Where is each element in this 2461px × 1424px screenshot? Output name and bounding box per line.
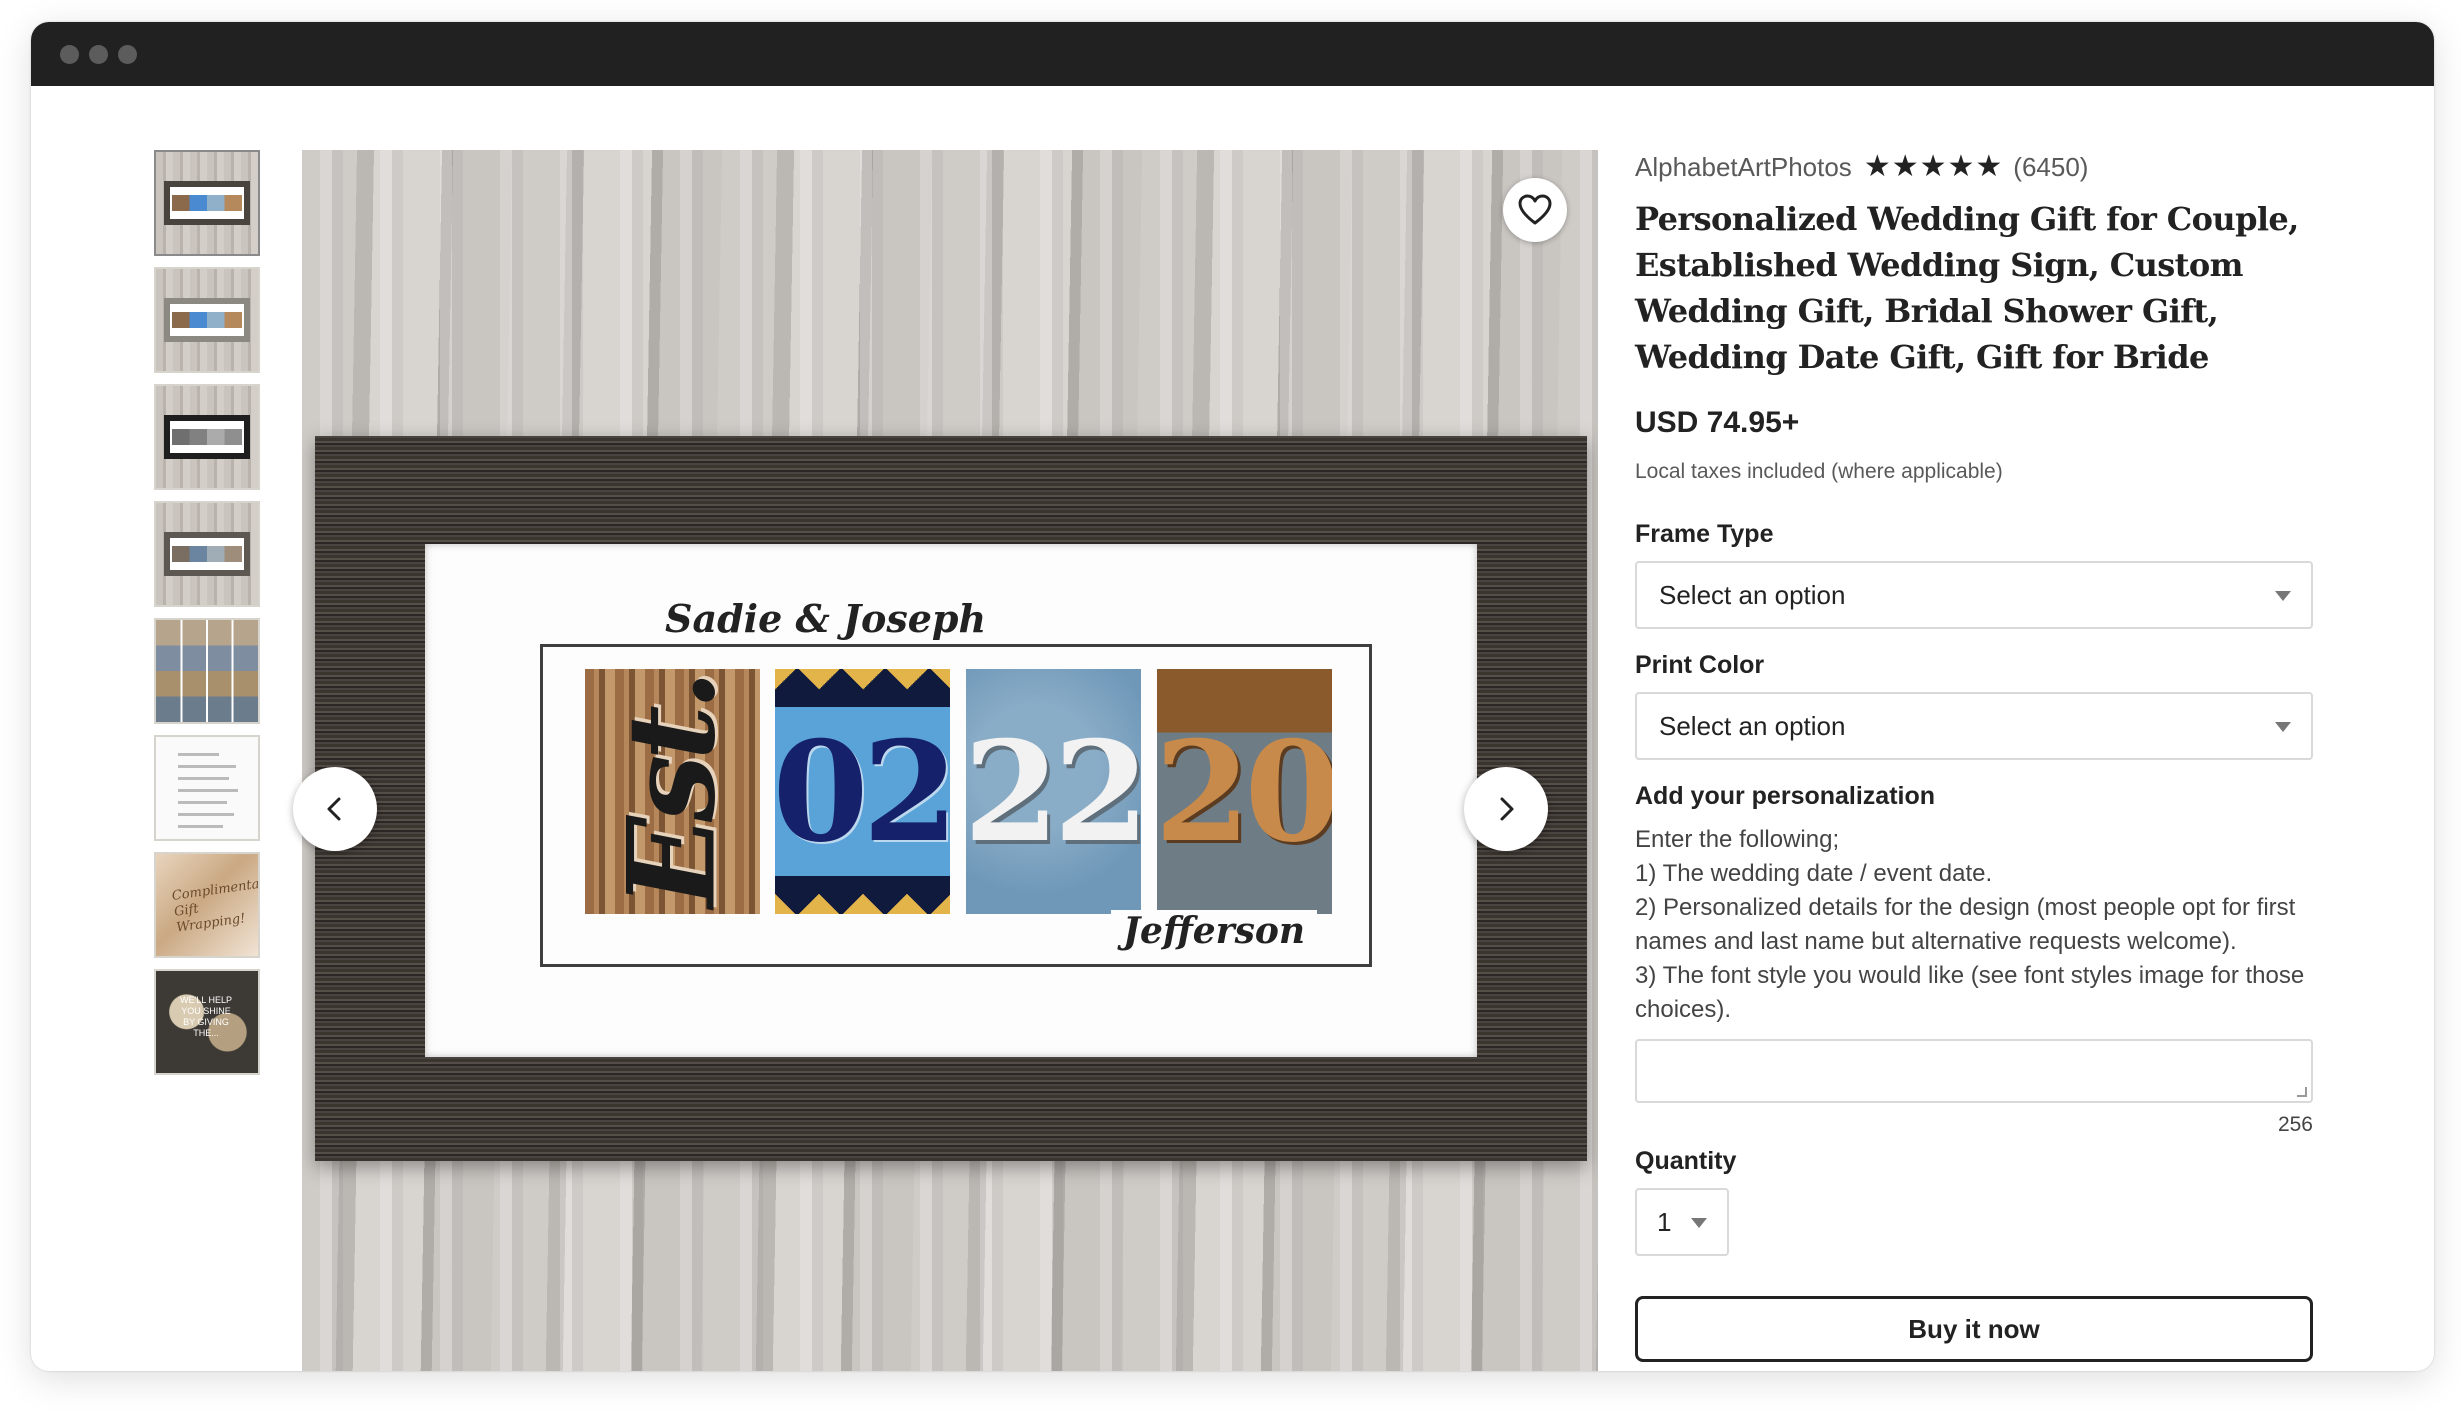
title-bar <box>31 22 2434 86</box>
minimize-window-dot[interactable] <box>89 45 108 64</box>
print-color-label: Print Color <box>1635 651 1765 679</box>
thumbnail-7[interactable]: Complimentary Gift Wrapping! <box>154 852 260 958</box>
character-counter: 256 <box>2277 1113 2313 1136</box>
thumbnail-3[interactable] <box>154 384 260 490</box>
chevron-left-icon <box>327 797 341 821</box>
thumbnail-strip: Complimentary Gift Wrapping! WE'LL HELP … <box>154 150 262 1086</box>
personalization-instructions: Enter the following; 1) The wedding date… <box>1635 823 2320 1027</box>
main-product-image[interactable]: Sadie & Joseph Est. 02 22 20 Jefferson <box>302 150 1598 1371</box>
thumbnail-2[interactable] <box>154 267 260 373</box>
print-mat: Sadie & Joseph Est. 02 22 20 Jefferson <box>425 544 1477 1057</box>
chevron-right-icon <box>1500 797 1514 821</box>
browser-window: Complimentary Gift Wrapping! WE'LL HELP … <box>31 22 2434 1371</box>
caret-down-icon <box>1691 1218 1707 1228</box>
rating-stars[interactable]: ★★★★★ <box>1864 150 2003 184</box>
personalization-textarea[interactable] <box>1635 1039 2313 1103</box>
quantity-value: 1 <box>1657 1206 1672 1237</box>
instruction-line: 2) Personalized details for the design (… <box>1635 894 2296 955</box>
thumbnail-4[interactable] <box>154 501 260 607</box>
thumbnail-8[interactable]: WE'LL HELP YOU SHINE BY GIVING THE... <box>154 969 260 1075</box>
letter-tile-est: Est. <box>585 669 760 914</box>
thumbnail-1[interactable] <box>154 150 260 256</box>
instruction-line: 1) The wedding date / event date. <box>1635 860 1993 887</box>
thumbnail-5[interactable] <box>154 618 260 724</box>
page-content: Complimentary Gift Wrapping! WE'LL HELP … <box>31 86 2434 1371</box>
print-color-select[interactable]: Select an option <box>1635 692 2313 760</box>
picture-frame: Sadie & Joseph Est. 02 22 20 Jefferson <box>315 436 1587 1161</box>
number-tile-02: 02 <box>775 669 950 914</box>
print-name-bottom: Jefferson <box>1111 910 1318 952</box>
frame-type-value: Select an option <box>1659 579 1846 610</box>
tax-note: Local taxes included (where applicable) <box>1635 460 2003 483</box>
favorite-button[interactable] <box>1503 178 1567 242</box>
quantity-select[interactable]: 1 <box>1635 1188 1729 1256</box>
instruction-line: 3) The font style you would like (see fo… <box>1635 962 2305 1023</box>
frame-type-label: Frame Type <box>1635 520 1774 548</box>
close-window-dot[interactable] <box>60 45 79 64</box>
maximize-window-dot[interactable] <box>118 45 137 64</box>
previous-image-button[interactable] <box>293 767 377 851</box>
product-title: Personalized Wedding Gift for Couple, Es… <box>1635 200 2299 376</box>
next-image-button[interactable] <box>1464 767 1548 851</box>
caret-down-icon <box>2275 722 2291 732</box>
quantity-label: Quantity <box>1635 1147 1737 1175</box>
product-info-panel: AlphabetArtPhotos ★★★★★ (6450) Personali… <box>1635 150 2320 1362</box>
buy-it-now-button[interactable]: Buy it now <box>1635 1296 2313 1362</box>
heart-icon <box>1518 194 1552 225</box>
instruction-line: Enter the following; <box>1635 826 1840 853</box>
personalization-label: Add your personalization <box>1635 782 1936 810</box>
shop-name-link[interactable]: AlphabetArtPhotos <box>1635 150 1852 184</box>
print-names-top: Sadie & Joseph <box>653 596 999 641</box>
number-tile-22: 22 <box>966 669 1141 914</box>
review-count[interactable]: (6450) <box>2013 150 2088 184</box>
shop-rating-line: AlphabetArtPhotos ★★★★★ (6450) <box>1635 150 2320 184</box>
number-tile-20: 20 <box>1157 669 1332 914</box>
frame-type-select[interactable]: Select an option <box>1635 561 2313 629</box>
thumbnail-6[interactable] <box>154 735 260 841</box>
product-price: USD 74.95+ <box>1635 406 1800 439</box>
print-color-value: Select an option <box>1659 710 1846 741</box>
caret-down-icon <box>2275 591 2291 601</box>
resize-handle-icon[interactable] <box>2297 1087 2307 1097</box>
